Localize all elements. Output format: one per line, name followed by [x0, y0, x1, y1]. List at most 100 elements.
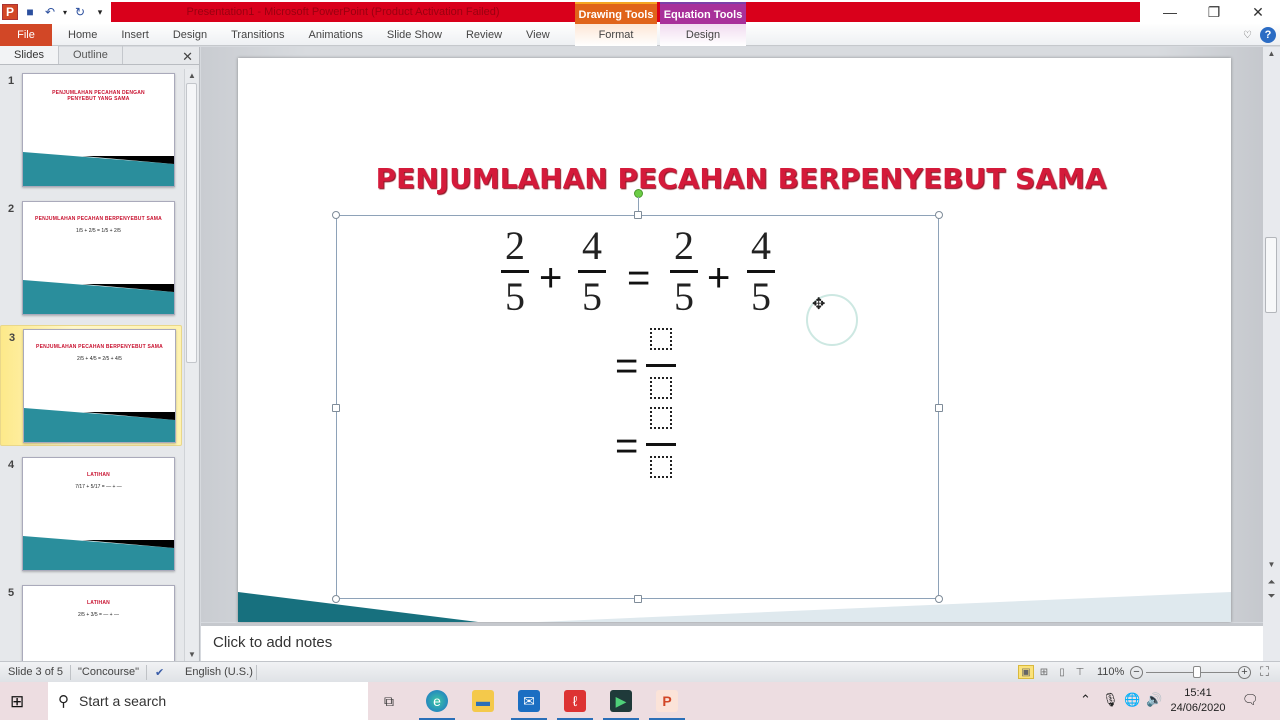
slide-title[interactable]: PENJUMLAHAN PECAHAN BERPENYEBUT SAMA	[238, 162, 1231, 195]
taskbar-search[interactable]: ⚲ Start a search	[48, 682, 368, 720]
resize-handle-ne[interactable]	[935, 211, 943, 219]
windows-taskbar: ⊞ ⚲ Start a search ⧉ e ▬ ✉ ℓ ▶ P ⌃ 🎙 🌐 🔊…	[0, 682, 1280, 720]
notes-pane[interactable]: Click to add notes	[201, 623, 1263, 661]
tab-view[interactable]: View	[514, 24, 562, 46]
tab-animations[interactable]: Animations	[297, 24, 375, 46]
undo-icon[interactable]: ↶	[42, 4, 58, 20]
close-button[interactable]: ✕	[1236, 0, 1280, 24]
editor-scrollbar[interactable]: ▲ ▼ ⏶ ⏷	[1263, 47, 1280, 661]
scroll-down-icon[interactable]: ▼	[1263, 560, 1280, 569]
slide-canvas[interactable]: PENJUMLAHAN PECAHAN BERPENYEBUT SAMA 2 5…	[238, 58, 1231, 622]
slide-thumbnail-3[interactable]: 3 PENJUMLAHAN PECAHAN BERPENYEBUT SAMA 2…	[0, 325, 182, 446]
panel-scrollbar[interactable]: ▲ ▼	[184, 69, 198, 661]
scroll-up-icon[interactable]: ▲	[1263, 49, 1280, 58]
search-placeholder[interactable]: Start a search	[79, 693, 166, 709]
resize-handle-w[interactable]	[332, 404, 340, 412]
spell-check-icon[interactable]: ✔	[155, 666, 164, 679]
denominator-placeholder[interactable]	[650, 377, 672, 399]
numerator-placeholder[interactable]	[650, 328, 672, 350]
zoom-slider-handle[interactable]	[1192, 666, 1201, 678]
resize-handle-se[interactable]	[935, 595, 943, 603]
tab-slides[interactable]: Slides	[0, 46, 59, 64]
task-view-icon[interactable]: ⧉	[378, 690, 400, 712]
fit-to-window-icon[interactable]: ⛶	[1260, 664, 1269, 680]
editor-scroll-thumb[interactable]	[1265, 237, 1277, 313]
slide-thumbnail-5[interactable]: 5 LATIHAN 2/5 + 3/5 = — + —	[0, 581, 182, 661]
scroll-up-icon[interactable]: ▲	[185, 71, 199, 80]
zoom-level[interactable]: 110%	[1097, 666, 1124, 678]
slideshow-view-icon[interactable]: ⊤	[1072, 665, 1088, 679]
minimize-ribbon-icon[interactable]: ♡	[1243, 30, 1252, 41]
separator	[70, 665, 71, 680]
tab-equation-design[interactable]: Design	[660, 23, 746, 46]
close-panel-icon[interactable]: ✕	[182, 49, 193, 65]
slide-thumbnail-2[interactable]: 2 PENJUMLAHAN PECAHAN BERPENYEBUT SAMA 1…	[0, 197, 182, 318]
fraction-1[interactable]: 2 5	[501, 226, 529, 317]
show-hidden-icons[interactable]: ⌃	[1080, 692, 1091, 708]
resize-handle-sw[interactable]	[332, 595, 340, 603]
tab-design[interactable]: Design	[161, 24, 219, 46]
tab-drawing-format[interactable]: Format	[575, 23, 657, 46]
tab-review[interactable]: Review	[454, 24, 514, 46]
slide-thumbnail-4[interactable]: 4 LATIHAN 7/17 + 5/17 = — + —	[0, 453, 182, 574]
slide-counter: Slide 3 of 5	[8, 666, 64, 678]
redo-icon[interactable]: ↻	[72, 4, 88, 20]
fraction-3[interactable]: 2 5	[670, 226, 698, 317]
network-icon[interactable]: 🌐	[1124, 692, 1140, 708]
title-bar: P ■ ↶ ▾ ↻ ▾ Presentation1 - Microsoft Po…	[0, 0, 1280, 24]
file-explorer-icon[interactable]: ▬	[472, 690, 494, 712]
slide-thumbnail-1[interactable]: 1 PENJUMLAHAN PECAHAN DENGAN PENYEBUT YA…	[0, 69, 182, 190]
thumbnail-body: 2/5 + 4/5 = 2/5 + 4/5	[77, 356, 122, 362]
thumbnail-wave	[23, 280, 174, 314]
reading-view-icon[interactable]: ▯	[1054, 665, 1070, 679]
plus-sign: +	[539, 256, 563, 300]
resize-handle-e[interactable]	[935, 404, 943, 412]
undo-dropdown-icon[interactable]: ▾	[62, 4, 68, 20]
normal-view-icon[interactable]: ▣	[1018, 665, 1034, 679]
thumbnail-body: 2/5 + 3/5 = — + —	[78, 612, 119, 618]
tab-slide-show[interactable]: Slide Show	[375, 24, 454, 46]
system-clock[interactable]: 15:41 24/06/2020	[1168, 686, 1228, 716]
help-icon[interactable]: ?	[1260, 27, 1276, 43]
numerator-placeholder[interactable]	[650, 407, 672, 429]
tab-outline[interactable]: Outline	[59, 46, 123, 64]
tab-transitions[interactable]: Transitions	[219, 24, 296, 46]
tab-home[interactable]: Home	[52, 24, 109, 46]
notes-placeholder[interactable]: Click to add notes	[213, 634, 332, 651]
zoom-in-icon[interactable]: +	[1238, 666, 1251, 679]
thumbnail-wave	[23, 152, 174, 186]
save-icon[interactable]: ■	[22, 4, 38, 20]
powerpoint-app-icon[interactable]: P	[2, 4, 18, 20]
equation-box[interactable]: 2 5 + 4 5 = 2 5 + 4 5 = =	[332, 189, 943, 603]
theme-name[interactable]: "Concourse"	[78, 666, 139, 678]
language[interactable]: English (U.S.)	[185, 666, 253, 678]
resize-handle-s[interactable]	[634, 595, 642, 603]
tab-insert[interactable]: Insert	[109, 24, 161, 46]
tab-file[interactable]: File	[0, 23, 52, 46]
notifications-icon[interactable]: 🗨	[1242, 692, 1259, 708]
mail-icon[interactable]: ✉	[518, 690, 540, 712]
restore-button[interactable]: ❐	[1192, 0, 1236, 24]
volume-icon[interactable]: 🔊	[1146, 692, 1162, 708]
resize-handle-n[interactable]	[634, 211, 642, 219]
minimize-button[interactable]: —	[1148, 0, 1192, 24]
powerpoint-taskbar-icon[interactable]: P	[656, 690, 678, 712]
fraction-2[interactable]: 4 5	[578, 226, 606, 317]
panel-scroll-thumb[interactable]	[186, 83, 197, 363]
next-slide-icon[interactable]: ⏷	[1263, 591, 1280, 602]
customize-qat-icon[interactable]: ▾	[92, 4, 108, 20]
microphone-icon[interactable]: 🎙	[1102, 692, 1119, 708]
fraction-bar	[578, 270, 606, 273]
denominator-placeholder[interactable]	[650, 456, 672, 478]
resize-handle-nw[interactable]	[332, 211, 340, 219]
zoom-out-icon[interactable]: −	[1130, 666, 1143, 679]
slide-sorter-icon[interactable]: ⊞	[1036, 665, 1052, 679]
fraction-4[interactable]: 4 5	[747, 226, 775, 317]
edge-browser-icon[interactable]: e	[426, 690, 448, 712]
pdf-reader-icon[interactable]: ℓ	[564, 690, 586, 712]
previous-slide-icon[interactable]: ⏶	[1263, 577, 1280, 588]
equals-sign: =	[627, 256, 651, 300]
recorder-app-icon[interactable]: ▶	[610, 690, 632, 712]
scroll-down-icon[interactable]: ▼	[185, 650, 199, 659]
windows-start-icon[interactable]: ⊞	[10, 692, 24, 712]
